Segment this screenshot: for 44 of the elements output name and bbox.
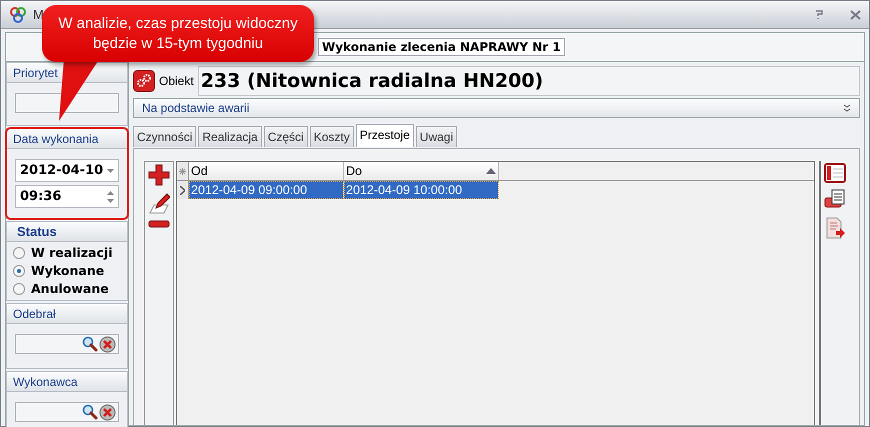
time-field[interactable]: 09:36 (15, 185, 119, 208)
column-header[interactable]: Od (189, 162, 344, 180)
section-header: Wykonawca (6, 371, 128, 392)
priority-field[interactable] (15, 93, 119, 113)
table-button[interactable] (824, 163, 846, 183)
close-icon[interactable] (850, 10, 861, 20)
tab[interactable]: Realizacja (198, 126, 262, 147)
status-radio[interactable]: W realizacji (13, 245, 121, 260)
status-radio[interactable]: Anulowane (13, 281, 121, 296)
date-field[interactable]: 2012-04-10 (15, 159, 119, 182)
search-icon[interactable] (82, 404, 98, 420)
section-header: Data wykonania (6, 128, 128, 149)
receiver-field[interactable] (15, 334, 119, 354)
tab[interactable]: Uwagi (416, 126, 458, 147)
basis-dropdown[interactable]: Na podstawie awarii (133, 98, 860, 118)
section-header: Status (6, 221, 128, 242)
export-button[interactable] (825, 217, 845, 239)
row-pointer-icon (180, 186, 185, 194)
search-icon[interactable] (82, 336, 98, 352)
column-header[interactable]: Do (344, 162, 499, 180)
tab[interactable]: Przestoje (356, 124, 414, 147)
order-title: Wykonanie zlecenia NAPRAWY Nr 1 (318, 38, 565, 56)
expand-icon[interactable] (843, 104, 851, 112)
object-button[interactable]: Obiekt (133, 70, 194, 92)
clear-icon[interactable] (99, 404, 116, 420)
dropdown-caret-icon[interactable] (107, 168, 114, 172)
object-field: 233 (Nitownica radialna HN200) (198, 66, 860, 96)
tab[interactable]: Części (264, 126, 308, 147)
app-logo-icon (9, 6, 27, 24)
section-header: Odebrał (6, 303, 128, 324)
remove-button[interactable] (148, 220, 170, 228)
status-radio[interactable]: Wykonane (13, 263, 121, 278)
contractor-field[interactable] (15, 402, 119, 422)
callout-text: W analizie, czas przestoju widoczny będzie w 15-tym tygodniu (57, 14, 299, 54)
table-cell: 2012-04-09 09:00:00 (189, 181, 344, 199)
edit-button[interactable] (148, 192, 170, 214)
spin-arrows-icon[interactable] (107, 190, 114, 202)
gear-icon (133, 70, 155, 92)
table-cell: 2012-04-09 10:00:00 (344, 181, 499, 199)
tab[interactable]: Czynności (133, 126, 196, 147)
help-icon[interactable] (815, 10, 824, 20)
add-button[interactable] (148, 164, 170, 186)
clear-icon[interactable] (99, 336, 116, 352)
tab[interactable]: Koszty (310, 126, 354, 147)
